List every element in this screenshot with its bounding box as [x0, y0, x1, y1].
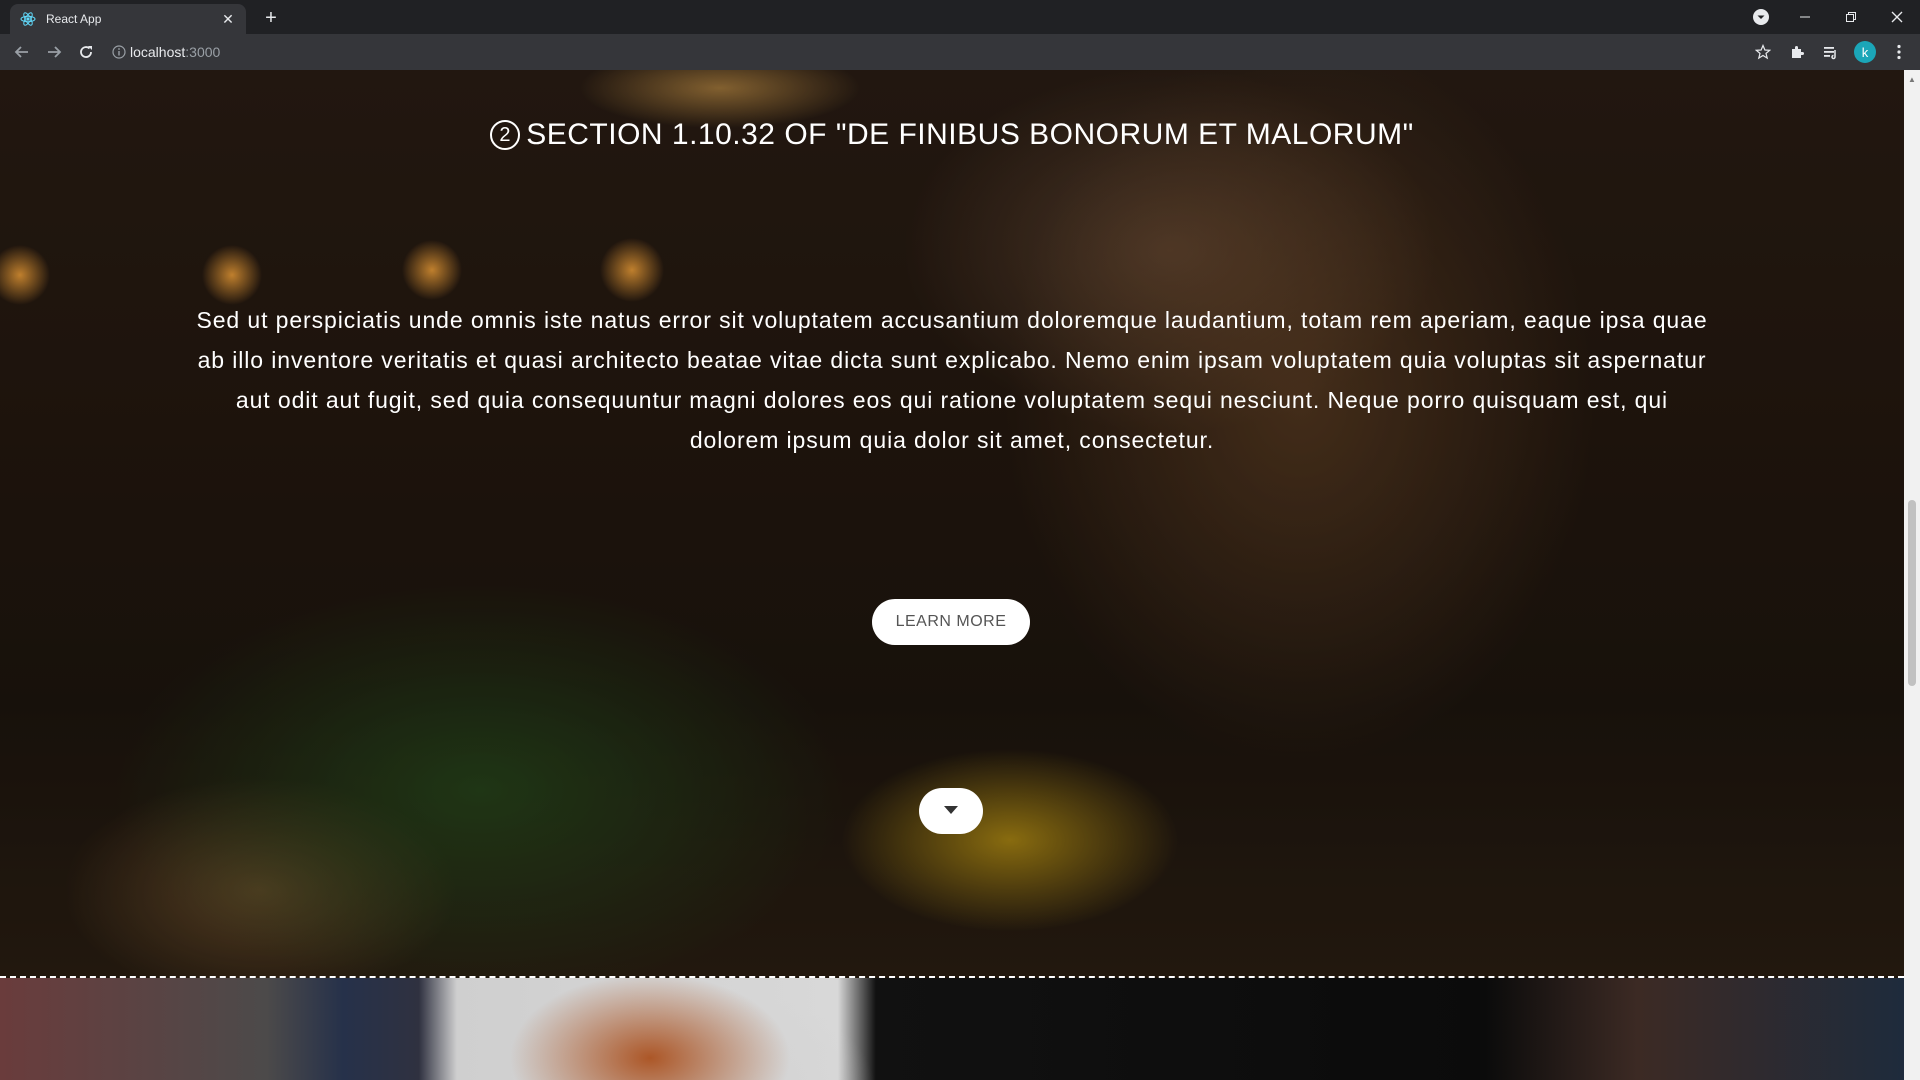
reload-icon[interactable] [70, 38, 102, 66]
info-icon[interactable] [108, 45, 130, 59]
forward-icon[interactable] [38, 38, 70, 66]
chevron-down-icon [943, 802, 959, 820]
profile-avatar[interactable]: k [1850, 38, 1880, 66]
media-icon[interactable] [1750, 6, 1772, 28]
section-title-text: SECTION 1.10.32 OF "DE FINIBUS BONORUM E… [526, 118, 1414, 151]
page-scrollbar[interactable]: ▲ [1904, 70, 1920, 1080]
avatar: k [1854, 41, 1876, 63]
section-paragraph: Sed ut perspiciatis unde omnis iste natu… [196, 307, 1708, 453]
react-icon [20, 11, 36, 27]
hero-section: 2 SECTION 1.10.32 OF "DE FINIBUS BONORUM … [0, 70, 1904, 978]
extensions-icon[interactable] [1782, 38, 1812, 66]
star-icon[interactable] [1748, 38, 1778, 66]
close-icon[interactable]: ✕ [220, 11, 236, 28]
scroll-up-arrow[interactable]: ▲ [1904, 72, 1920, 86]
url-host: localhost [130, 44, 186, 60]
tab-strip: React App ✕ + [0, 0, 1920, 34]
page-viewport: 2 SECTION 1.10.32 OF "DE FINIBUS BONORUM … [0, 70, 1904, 1080]
section-title: 2 SECTION 1.10.32 OF "DE FINIBUS BONORUM … [0, 118, 1904, 152]
next-section-image [0, 978, 1904, 1080]
section-number-badge: 2 [490, 120, 521, 150]
hero-background-image [0, 70, 1904, 978]
scroll-down-button[interactable] [919, 788, 983, 834]
browser-tab[interactable]: React App ✕ [10, 4, 246, 34]
back-icon[interactable] [6, 38, 38, 66]
plus-icon[interactable]: + [258, 6, 284, 32]
window-close-icon[interactable] [1874, 0, 1920, 34]
minimize-icon[interactable] [1782, 0, 1828, 34]
restore-icon[interactable] [1828, 0, 1874, 34]
more-icon[interactable] [1884, 38, 1914, 66]
url-port: :3000 [185, 44, 221, 60]
scroll-thumb[interactable] [1908, 500, 1916, 686]
browser-toolbar: localhost:3000 k [0, 34, 1920, 70]
reading-list-icon[interactable] [1816, 38, 1846, 66]
address-bar[interactable]: localhost:3000 [108, 38, 1748, 66]
tab-title: React App [46, 12, 102, 26]
learn-more-button[interactable]: LEARN MORE [872, 599, 1030, 645]
